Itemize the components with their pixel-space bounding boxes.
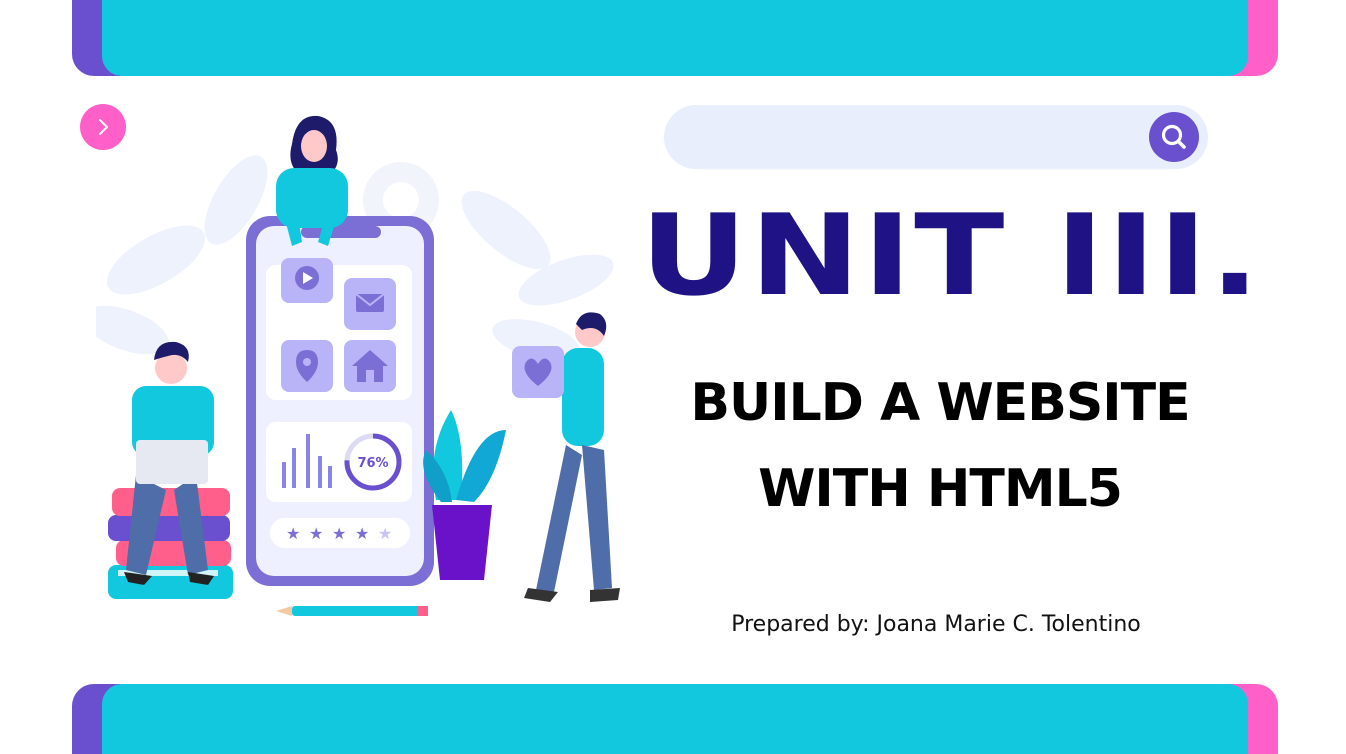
- prepared-by-text: Prepared by: Joana Marie C. Tolentino: [731, 612, 1141, 637]
- svg-text:★: ★: [355, 524, 369, 543]
- bottom-banner: [72, 684, 1278, 754]
- potted-plant: [423, 410, 506, 580]
- slide-subtitle: BUILD A WEBSITE WITH HTML5: [660, 360, 1220, 532]
- progress-label: 76%: [357, 456, 388, 471]
- book-stack: [108, 488, 233, 599]
- magnifier-icon: [1161, 124, 1186, 149]
- svg-text:★: ★: [286, 524, 300, 543]
- subtitle-line-1: BUILD A WEBSITE: [690, 373, 1190, 433]
- bottom-banner-bar: [102, 684, 1248, 754]
- pencil: [276, 606, 428, 616]
- search-bar: [664, 105, 1208, 171]
- search-button[interactable]: [1149, 112, 1199, 162]
- svg-text:★: ★: [309, 524, 323, 543]
- woman-on-phone: [276, 115, 348, 246]
- standing-man: [512, 312, 620, 602]
- phone-mockup: 76% ★ ★ ★ ★ ★: [246, 216, 434, 586]
- svg-text:★: ★: [378, 524, 392, 543]
- unit-title: UNIT III.: [640, 191, 1263, 321]
- svg-text:★: ★: [332, 524, 346, 543]
- illustration-people-with-phone: 76% ★ ★ ★ ★ ★: [96, 115, 620, 616]
- search-input[interactable]: [688, 105, 1132, 171]
- top-banner-bar: [102, 0, 1248, 76]
- top-banner: [72, 0, 1278, 76]
- subtitle-line-2: WITH HTML5: [758, 459, 1123, 519]
